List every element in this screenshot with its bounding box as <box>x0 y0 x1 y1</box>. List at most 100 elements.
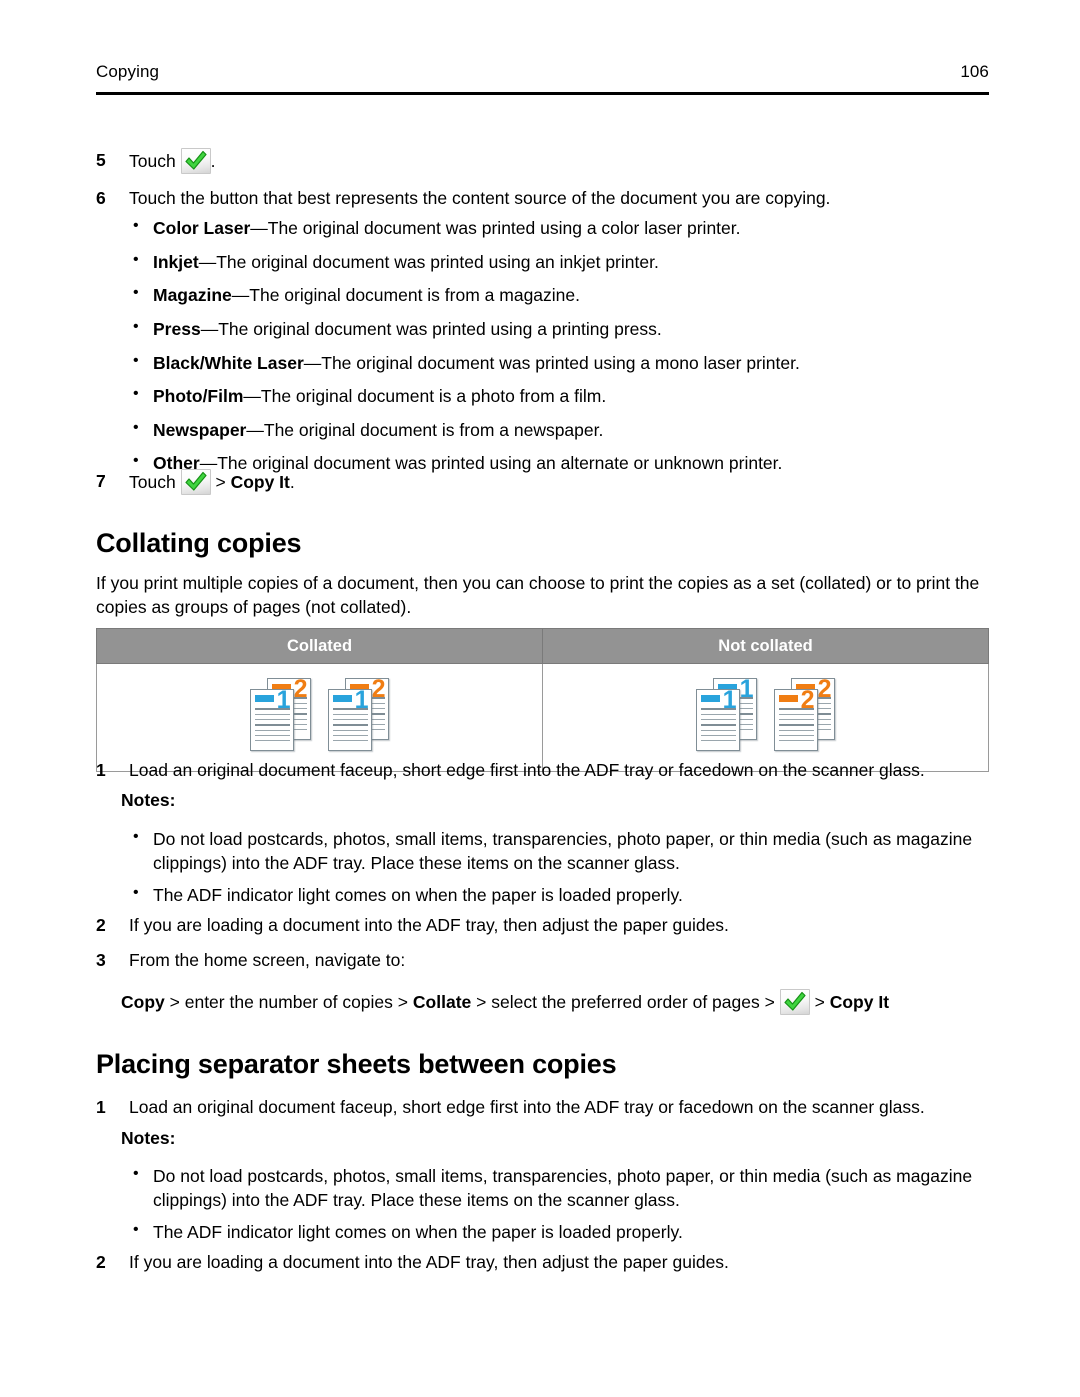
list-item: Inkjet—The original document was printed… <box>129 249 989 274</box>
not-collated-set-2: 2 2 <box>772 676 838 754</box>
note-text: Do not load postcards, photos, small ite… <box>153 829 973 874</box>
list-item: Do not load postcards, photos, small ite… <box>129 1163 974 1212</box>
separator-step-2: 2 If you are loading a document into the… <box>96 1250 1009 1274</box>
green-check-icon[interactable] <box>180 148 211 174</box>
not-collated-illustration-cell: 1 1 2 2 <box>542 663 989 772</box>
option-term: Inkjet <box>153 251 199 272</box>
collated-set-2: 2 1 <box>326 676 392 754</box>
step-7-separator: > <box>215 472 226 492</box>
content-source-options: Color Laser—The original document was pr… <box>129 215 989 476</box>
list-item: Magazine—The original document is from a… <box>129 282 989 307</box>
step-7-target: Copy It <box>230 472 290 492</box>
breadcrumb-separator: > <box>764 992 775 1012</box>
collating-step-2-number: 2 <box>96 915 106 935</box>
option-desc: —The original document is a photo from a… <box>243 386 607 407</box>
collating-intro-paragraph: If you print multiple copies of a docume… <box>96 573 980 618</box>
page-sheet-2a: 2 <box>773 688 818 751</box>
option-term: Press <box>153 318 201 339</box>
text-lines <box>778 708 814 745</box>
breadcrumb: Copy > enter the number of copies > Coll… <box>121 989 1001 1015</box>
notes-label-text: Notes: <box>121 790 176 810</box>
list-item: Photo/Film—The original document is a ph… <box>129 383 989 408</box>
breadcrumb-separator: > <box>169 992 180 1012</box>
text-lines <box>332 708 368 745</box>
table-row: 2 1 2 1 1 1 2 2 <box>96 663 989 772</box>
text-lines <box>254 708 290 745</box>
step-6: 6 Touch the button that best represents … <box>96 186 1009 210</box>
note-text: The ADF indicator light comes on when th… <box>153 885 683 906</box>
page-sheet-1: 1 <box>327 688 372 751</box>
step-6-number: 6 <box>96 188 106 208</box>
separator-step-2-number: 2 <box>96 1252 106 1272</box>
not-collated-document-stacks: 1 1 2 2 <box>694 676 838 754</box>
separator-step-2-text: If you are loading a document into the A… <box>129 1252 729 1272</box>
collated-illustration-cell: 2 1 2 1 <box>96 663 543 772</box>
page-title-collating-copies: Collating copies <box>96 528 302 558</box>
collating-step-3-text: From the home screen, navigate to: <box>129 950 406 970</box>
option-term: Magazine <box>153 285 232 306</box>
option-term: Newspaper <box>153 419 247 440</box>
collating-step-3-number: 3 <box>96 950 106 970</box>
document-page: Copying 106 5 Touch . 6 Touch the button… <box>0 0 1080 1397</box>
list-item: Black/White Laser—The original document … <box>129 350 989 375</box>
collated-set-1: 2 1 <box>248 676 314 754</box>
breadcrumb-item-copy[interactable]: Copy <box>121 992 165 1012</box>
separator-notes-label: Notes: <box>121 1128 175 1149</box>
option-desc: —The original document was printed using… <box>198 251 659 272</box>
green-check-icon[interactable] <box>779 989 810 1015</box>
step-5-number: 5 <box>96 150 106 170</box>
list-item: Color Laser—The original document was pr… <box>129 215 989 240</box>
column-header-collated: Collated <box>96 628 543 664</box>
option-desc: —The original document was printed using… <box>200 318 662 339</box>
option-term: Color Laser <box>153 218 251 238</box>
list-item: The ADF indicator light comes on when th… <box>129 882 974 907</box>
step-5: 5 Touch . <box>96 148 1009 174</box>
list-item: Do not load postcards, photos, small ite… <box>129 826 974 875</box>
separator-step-1-text: Load an original document faceup, short … <box>129 1097 925 1117</box>
page-sheet-1: 1 <box>249 688 294 751</box>
option-desc: —The original document is from a magazin… <box>231 285 580 306</box>
column-header-not-collated: Not collated <box>542 628 989 664</box>
step-7-text-after: . <box>289 472 295 492</box>
header-chapter-title: Copying <box>96 62 160 81</box>
collating-step-1: 1 Load an original document faceup, shor… <box>96 758 1009 782</box>
not-collated-set-1: 1 1 <box>694 676 760 754</box>
collating-step-3: 3 From the home screen, navigate to: <box>96 948 1009 972</box>
breadcrumb-item-enter-copies[interactable]: enter the number of copies <box>185 992 393 1012</box>
breadcrumb-item-copy-it[interactable]: Copy It <box>830 992 889 1012</box>
breadcrumb-separator: > <box>397 992 409 1012</box>
page-sheet-1a: 1 <box>695 688 740 751</box>
option-term: Black/White Laser <box>153 352 304 373</box>
step-5-text-before: Touch <box>129 151 176 171</box>
page-number: 106 <box>960 62 989 81</box>
breadcrumb-item-collate[interactable]: Collate <box>413 992 471 1012</box>
breadcrumb-separator: > <box>476 992 487 1012</box>
collated-document-stacks: 2 1 2 1 <box>248 676 392 754</box>
text-lines <box>700 708 736 745</box>
step-7-number: 7 <box>96 471 106 491</box>
collating-step-2-text: If you are loading a document into the A… <box>129 915 729 935</box>
option-desc: —The original document was printed using… <box>250 218 741 238</box>
running-header: Copying 106 <box>96 62 989 82</box>
list-item: The ADF indicator light comes on when th… <box>129 1219 974 1244</box>
separator-step-1-number: 1 <box>96 1097 106 1117</box>
collating-step-1-text: Load an original document faceup, short … <box>129 760 925 780</box>
list-item: Press—The original document was printed … <box>129 316 989 341</box>
breadcrumb-separator: > <box>814 992 825 1012</box>
list-item: Newspaper—The original document is from … <box>129 417 989 442</box>
breadcrumb-item-order-of-pages[interactable]: select the preferred order of pages <box>491 992 760 1012</box>
collating-notes-list: Do not load postcards, photos, small ite… <box>129 826 974 907</box>
collating-notes-label: Notes: <box>121 790 175 811</box>
option-desc: —The original document was printed using… <box>303 352 800 373</box>
option-term: Photo/Film <box>153 386 244 407</box>
step-5-text-after: . <box>210 151 216 171</box>
page-title-separator-sheets: Placing separator sheets between copies <box>96 1049 617 1079</box>
collating-step-1-number: 1 <box>96 760 106 780</box>
step-7-text-before: Touch <box>129 472 176 492</box>
step-6-text: Touch the button that best represents th… <box>129 188 831 208</box>
separator-notes-list: Do not load postcards, photos, small ite… <box>129 1163 974 1244</box>
step-7: 7 Touch > Copy It. <box>96 469 1009 495</box>
collating-step-2: 2 If you are loading a document into the… <box>96 913 1009 937</box>
green-check-icon[interactable] <box>180 469 211 495</box>
notes-label-text: Notes: <box>121 1128 176 1148</box>
